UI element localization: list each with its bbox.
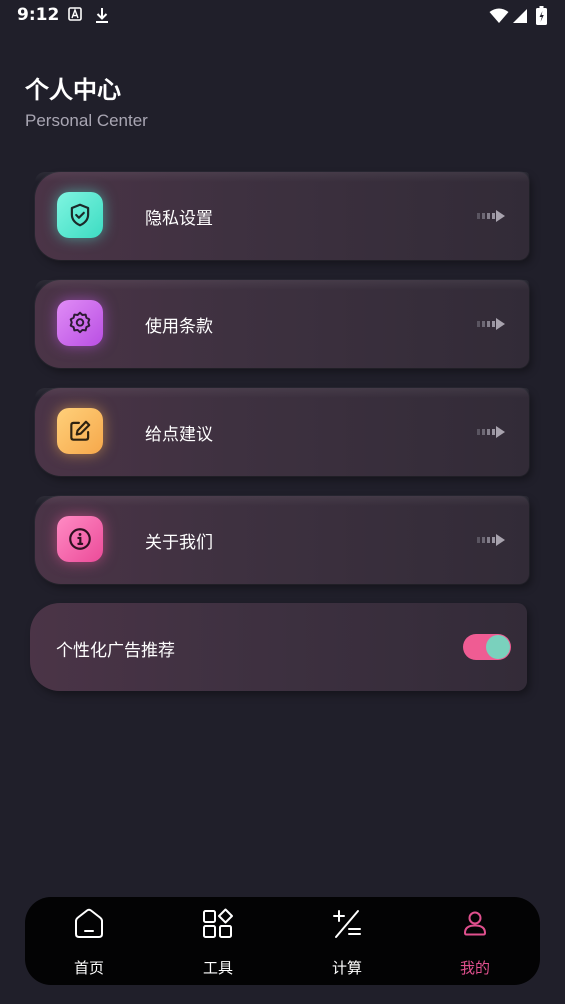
- terms-icon-tile: [57, 300, 103, 346]
- nav-item-calculate[interactable]: 计算: [297, 897, 397, 985]
- chevron-right-icon: [477, 426, 505, 438]
- chevron-right-icon: [477, 534, 505, 546]
- page-title: 个人中心: [25, 76, 121, 104]
- menu-item-privacy[interactable]: 隐私设置: [35, 172, 529, 260]
- nav-label: 工具: [202, 959, 233, 977]
- nav-item-tools[interactable]: 工具: [168, 897, 268, 985]
- info-icon: [69, 528, 91, 550]
- menu-item-label: 给点建议: [145, 425, 213, 445]
- battery-charging-icon: [536, 6, 547, 25]
- feedback-icon-tile: [57, 408, 103, 454]
- menu-item-label: 隐私设置: [145, 209, 213, 229]
- gear-badge-icon: [69, 311, 91, 334]
- nav-label: 我的: [459, 959, 490, 977]
- toggle-knob: [486, 635, 510, 659]
- home-icon: [75, 908, 103, 938]
- edit-icon: [70, 420, 91, 441]
- menu-item-label: 使用条款: [145, 317, 213, 337]
- ad-setting-label: 个性化广告推荐: [56, 641, 175, 661]
- status-bar: 9:12: [0, 0, 565, 32]
- ad-toggle-switch[interactable]: [463, 634, 511, 660]
- nav-item-home[interactable]: 首页: [39, 897, 139, 985]
- privacy-icon-tile: [57, 192, 103, 238]
- nav-label: 首页: [73, 959, 104, 977]
- menu-item-about[interactable]: 关于我们: [35, 496, 529, 584]
- chevron-right-icon: [477, 318, 505, 330]
- grid-icon: [203, 908, 233, 938]
- user-icon: [464, 911, 486, 936]
- wifi-icon: [489, 8, 509, 23]
- menu-item-terms[interactable]: 使用条款: [35, 280, 529, 368]
- ad-setting-card: 个性化广告推荐: [30, 603, 527, 691]
- bottom-nav: 首页 工具 计算 我的: [25, 897, 540, 985]
- screen: 9:12 个人中心 Personal Center 隐私设置 使用条款 给点建议…: [0, 0, 565, 1004]
- download-icon: [96, 8, 108, 23]
- status-time: 9:12: [17, 5, 60, 25]
- page-subtitle: Personal Center: [25, 111, 148, 130]
- chevron-right-icon: [477, 210, 505, 222]
- about-icon-tile: [57, 516, 103, 562]
- menu-item-feedback[interactable]: 给点建议: [35, 388, 529, 476]
- menu-item-label: 关于我们: [145, 533, 213, 553]
- shield-check-icon: [70, 203, 90, 227]
- signal-icon: [513, 9, 527, 23]
- nav-label: 计算: [331, 959, 362, 977]
- calculator-icon: [333, 910, 361, 938]
- font-a-icon: [68, 7, 82, 21]
- nav-item-mine[interactable]: 我的: [425, 897, 525, 985]
